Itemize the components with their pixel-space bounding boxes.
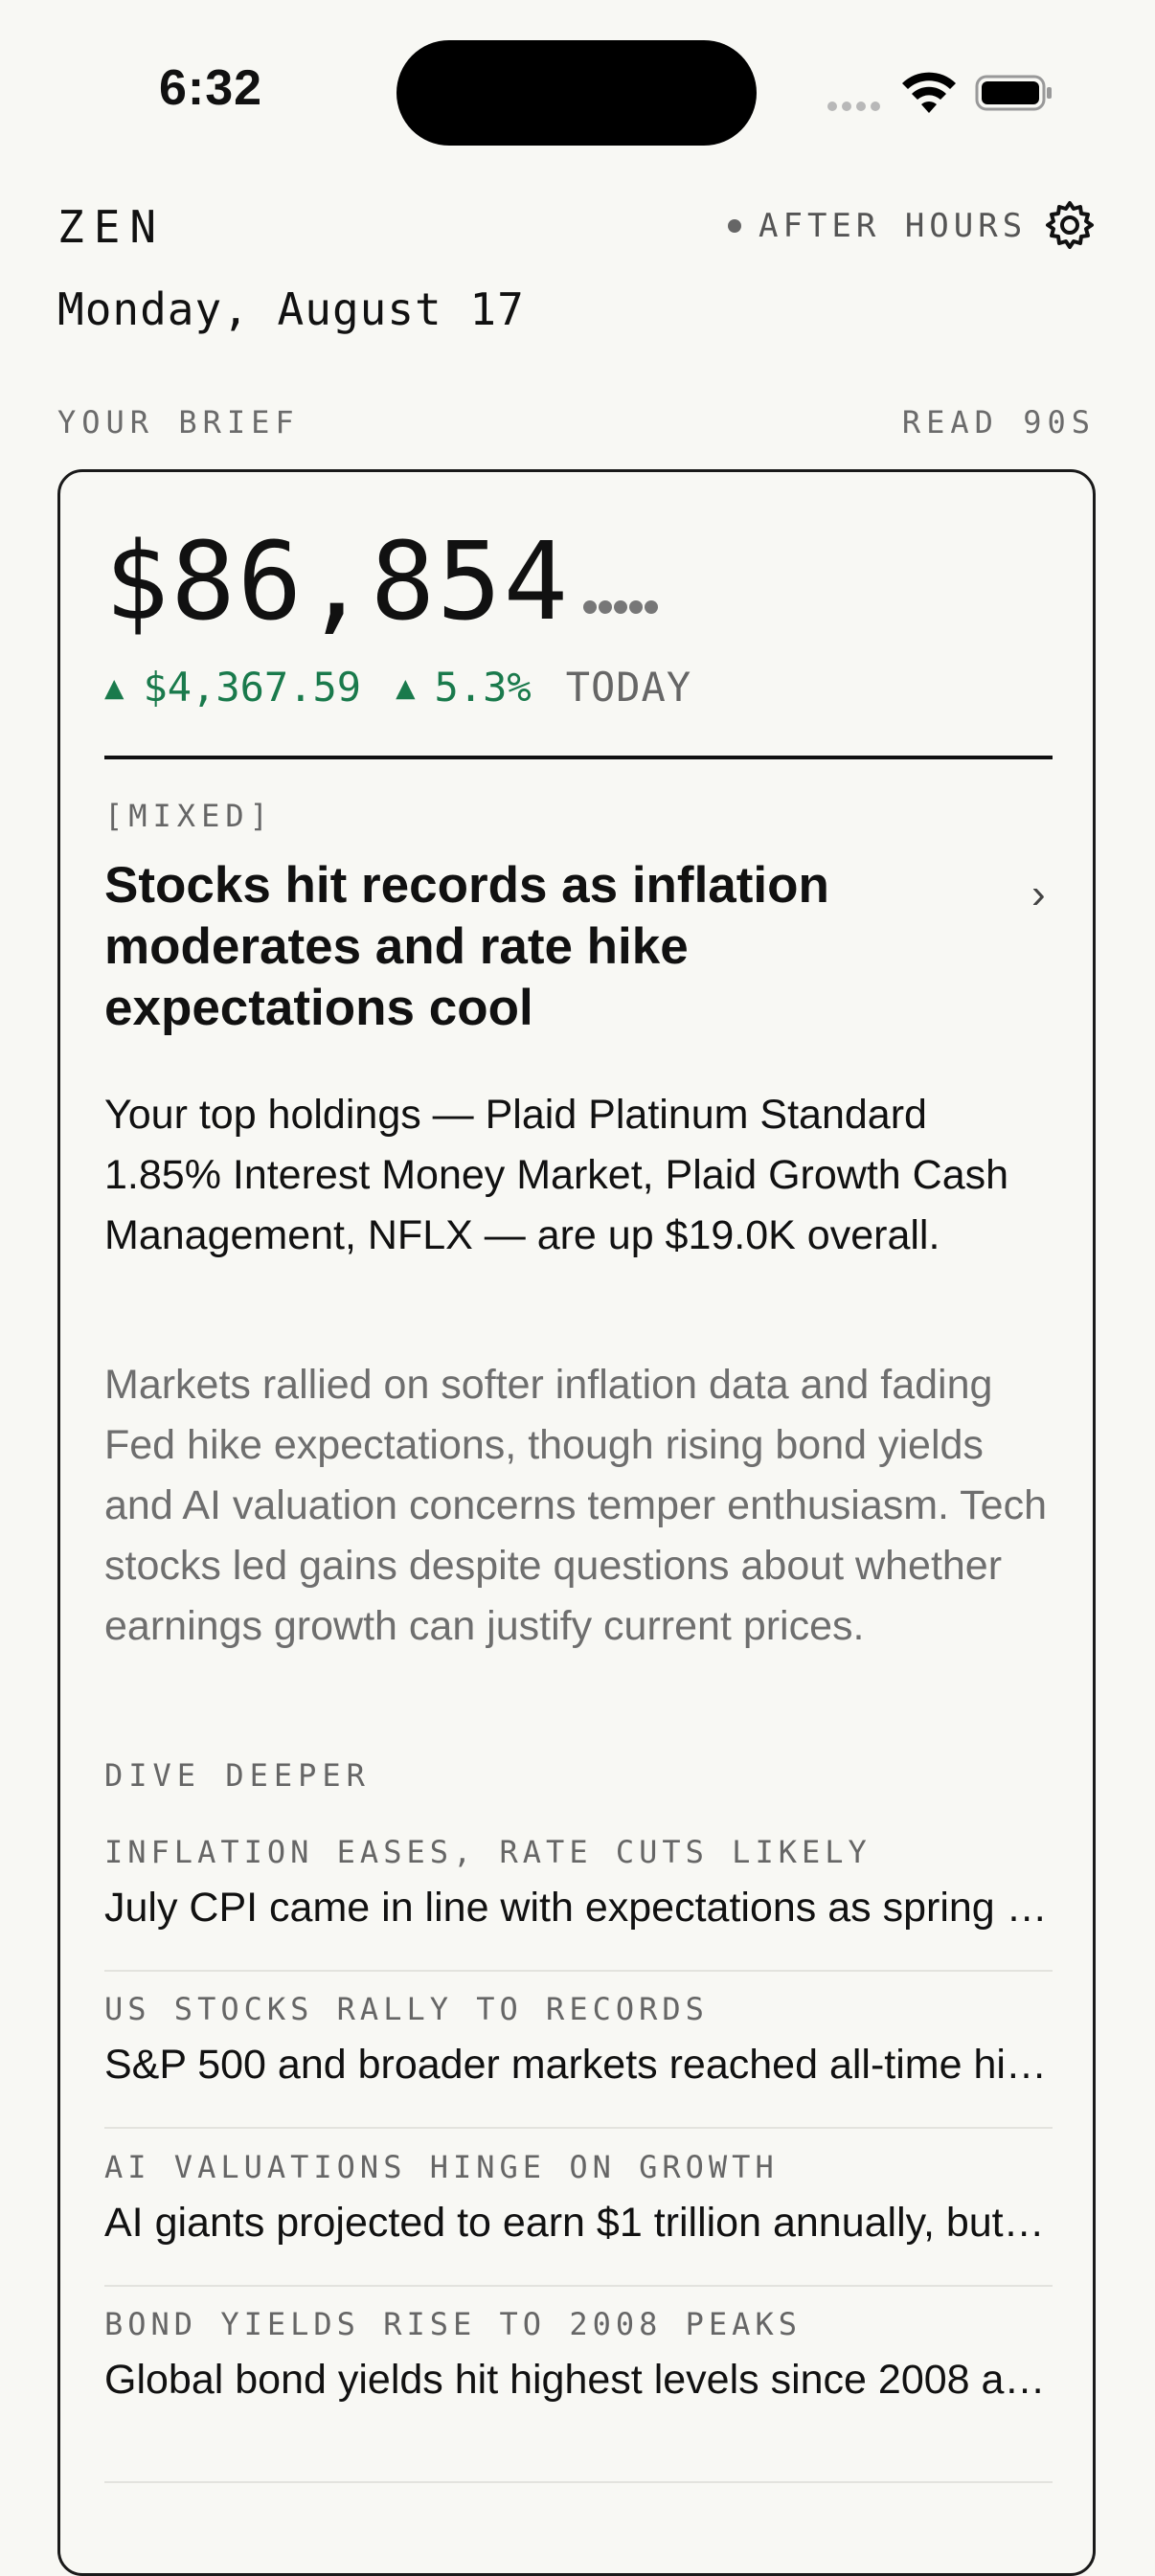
battery-icon bbox=[975, 75, 1052, 111]
gear-icon[interactable] bbox=[1044, 199, 1096, 251]
change-period: TODAY bbox=[565, 664, 692, 711]
brief-card: $86,854 ▲ $4,367.59 ▲ 5.3% TODAY [MIXED]… bbox=[57, 469, 1096, 2576]
dive-deeper-item-snippet: Global bond yields hit highest levels si… bbox=[104, 2357, 1053, 2403]
cellular-signal-icon bbox=[827, 100, 883, 113]
change-amount: $4,367.59 bbox=[143, 664, 362, 711]
portfolio-change-row: ▲ $4,367.59 ▲ 5.3% TODAY bbox=[104, 664, 691, 711]
dive-deeper-item-snippet: July CPI came in line with expectations … bbox=[104, 1885, 1053, 1931]
app-logo: ZEN bbox=[57, 201, 167, 253]
sentiment-tag: [MIXED] bbox=[104, 798, 274, 834]
dive-deeper-item-title: US STOCKS RALLY TO RECORDS bbox=[104, 1991, 709, 2027]
status-time: 6:32 bbox=[159, 60, 263, 116]
dive-deeper-item-snippet: AI giants projected to earn $1 trillion … bbox=[104, 2200, 1053, 2246]
market-summary: Markets rallied on softer inflation data… bbox=[104, 1362, 1048, 1649]
divider bbox=[104, 756, 1053, 759]
change-percent: 5.3% bbox=[434, 664, 532, 711]
read-time-label: READ 90S bbox=[901, 404, 1096, 441]
dive-deeper-item[interactable]: BOND YIELDS RISE TO 2008 PEAKS Global bo… bbox=[104, 2306, 1053, 2463]
wifi-icon bbox=[902, 72, 956, 113]
holdings-summary: Your top holdings — Plaid Platinum Stand… bbox=[104, 1092, 1009, 1258]
up-arrow-icon: ▲ bbox=[104, 667, 125, 707]
up-arrow-icon: ▲ bbox=[396, 667, 416, 707]
balance-hidden-cents-icon bbox=[583, 600, 658, 614]
status-bar: 6:32 bbox=[0, 0, 1155, 182]
brief-label: YOUR BRIEF bbox=[57, 404, 300, 441]
dive-deeper-item-title: INFLATION EASES, RATE CUTS LIKELY bbox=[104, 1834, 872, 1870]
portfolio-balance: $86,854 bbox=[104, 520, 571, 644]
dive-deeper-item-snippet: S&P 500 and broader markets reached all-… bbox=[104, 2042, 1053, 2088]
dive-deeper-label: DIVE DEEPER bbox=[104, 1757, 371, 1794]
divider bbox=[104, 2285, 1053, 2287]
dynamic-island bbox=[396, 40, 757, 146]
divider bbox=[104, 1970, 1053, 1972]
dive-deeper-item[interactable]: US STOCKS RALLY TO RECORDS S&P 500 and b… bbox=[104, 1991, 1053, 2148]
chevron-right-icon[interactable]: › bbox=[1031, 870, 1046, 918]
story-headline[interactable]: Stocks hit records as inflation moderate… bbox=[104, 855, 890, 1039]
divider bbox=[104, 2481, 1053, 2483]
divider bbox=[104, 2127, 1053, 2129]
dive-deeper-item[interactable]: INFLATION EASES, RATE CUTS LIKELY July C… bbox=[104, 1834, 1053, 1991]
dive-deeper-item-title: BOND YIELDS RISE TO 2008 PEAKS bbox=[104, 2306, 802, 2342]
market-status: AFTER HOURS bbox=[728, 207, 1027, 245]
market-status-label: AFTER HOURS bbox=[759, 207, 1028, 245]
market-status-dot bbox=[728, 219, 741, 233]
page-date: Monday, August 17 bbox=[57, 283, 525, 335]
dive-deeper-item-title: AI VALUATIONS HINGE ON GROWTH bbox=[104, 2149, 779, 2185]
dive-deeper-item[interactable]: AI VALUATIONS HINGE ON GROWTH AI giants … bbox=[104, 2149, 1053, 2306]
